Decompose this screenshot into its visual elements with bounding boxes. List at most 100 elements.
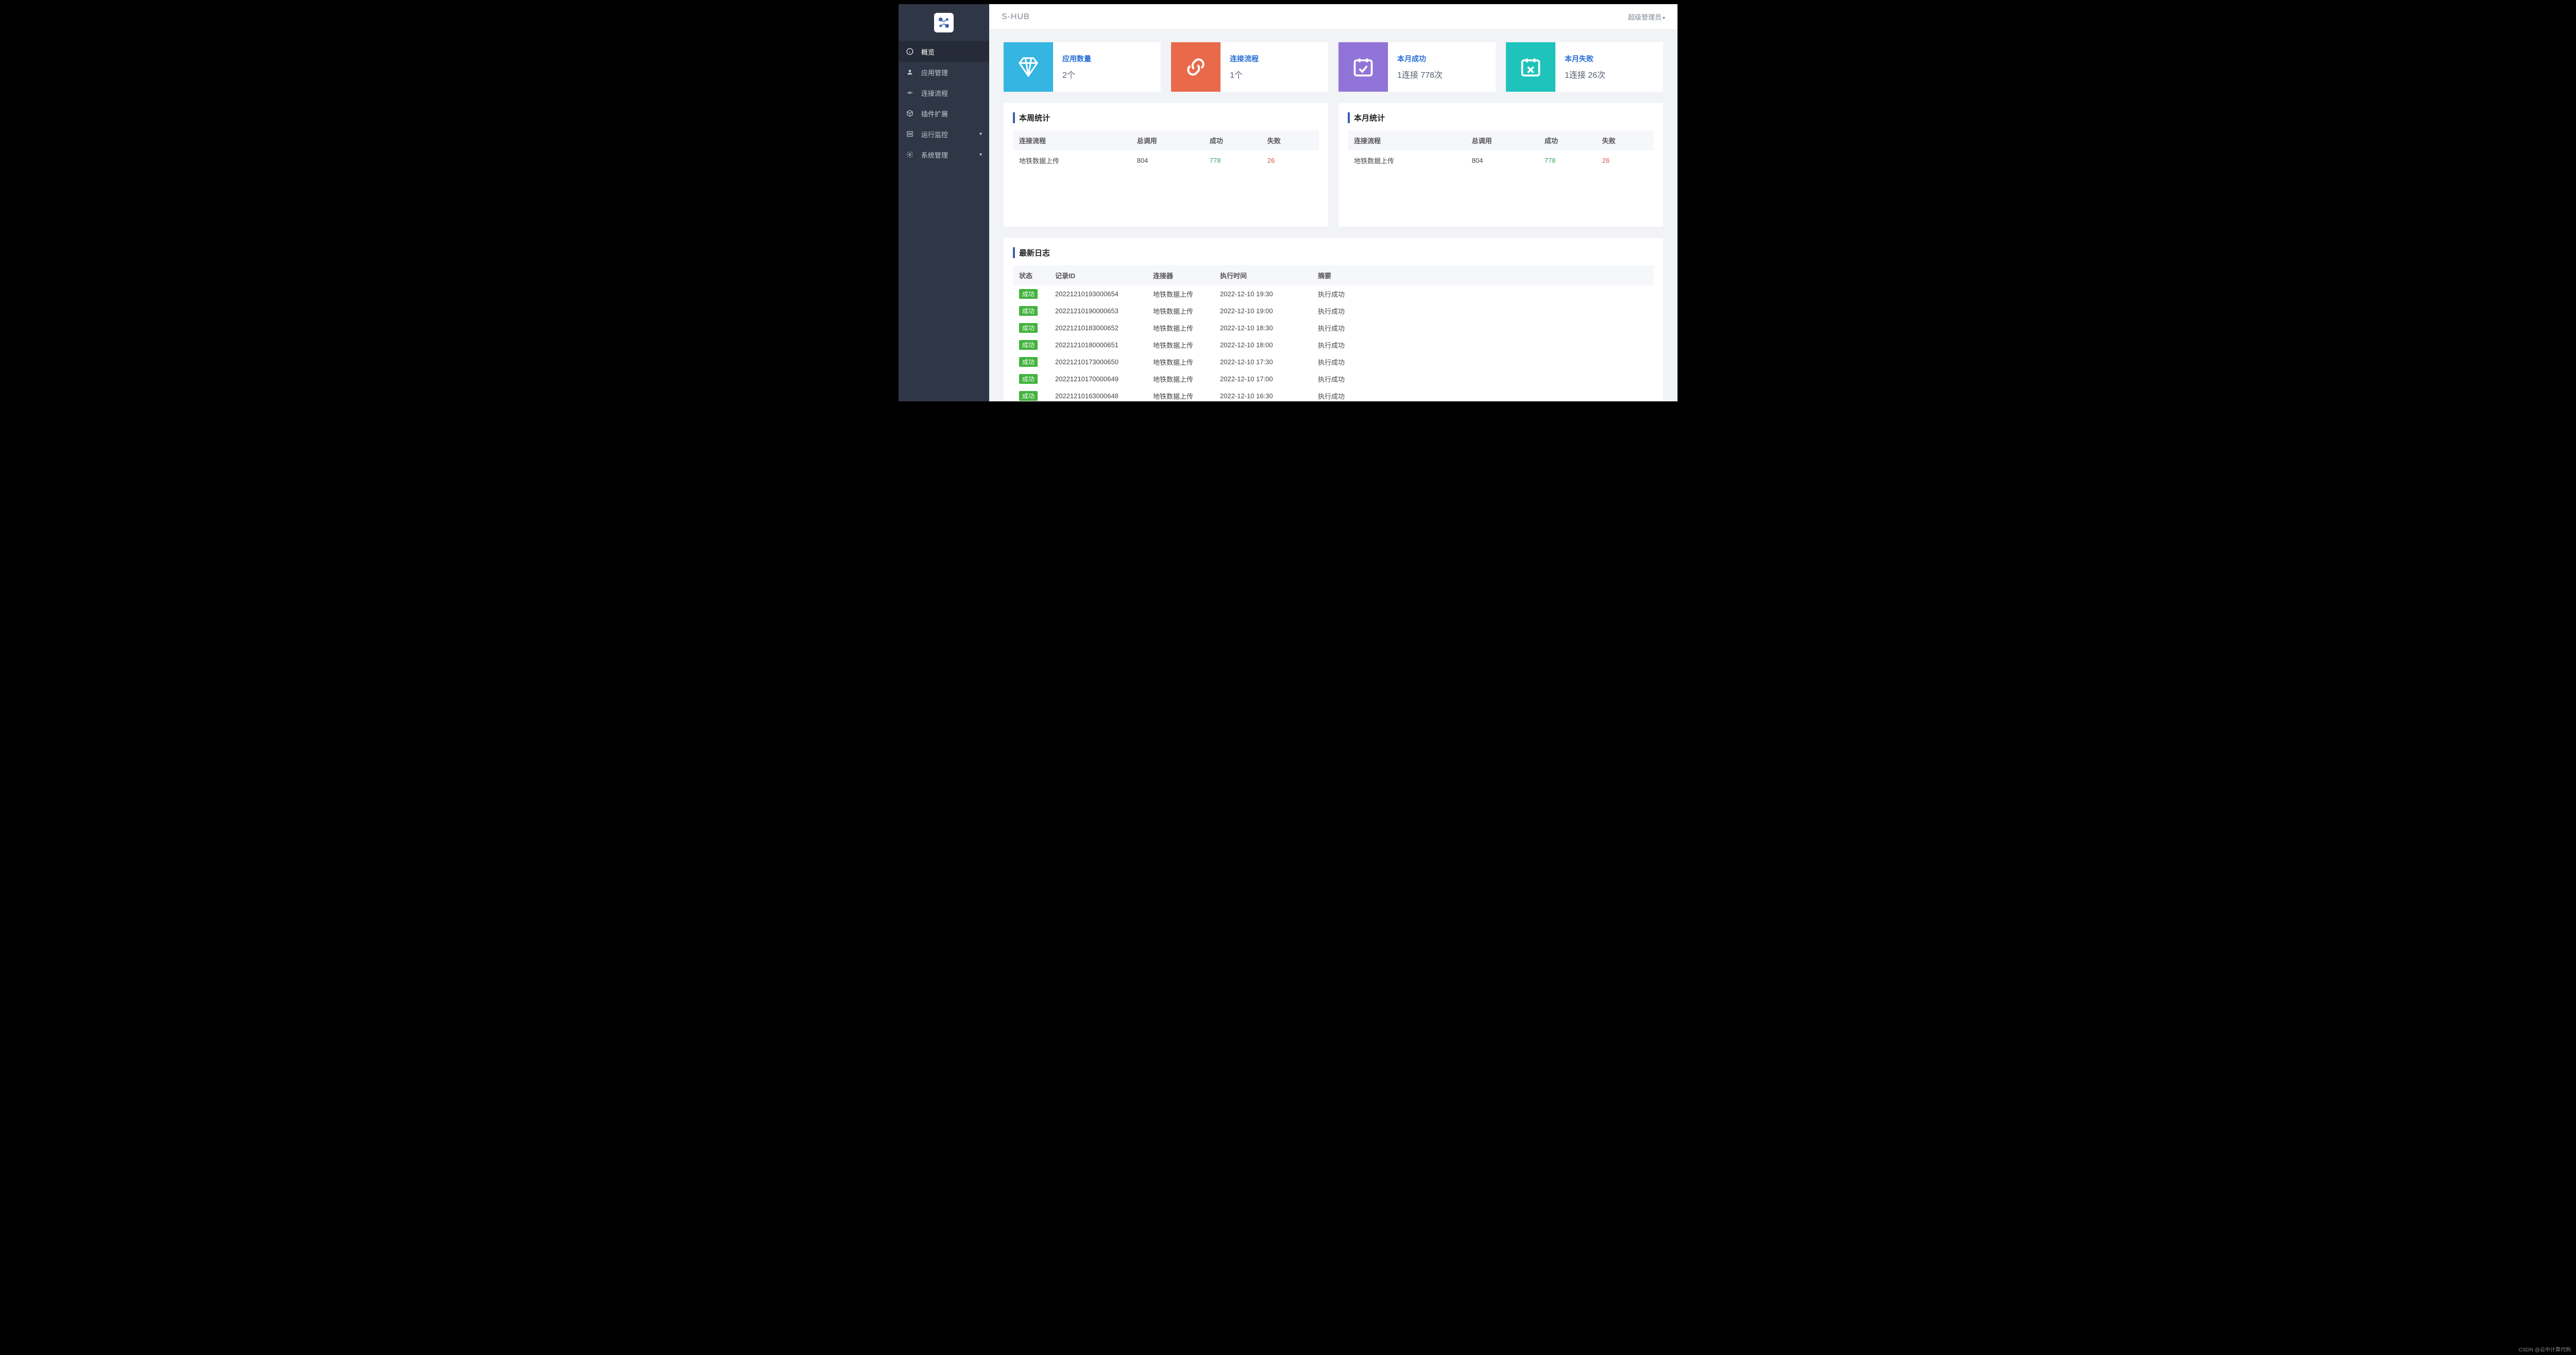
chevron-down-icon: ▾ xyxy=(979,152,982,158)
cell-id: 20221210180000651 xyxy=(1049,336,1147,353)
logo xyxy=(899,4,989,41)
table-row[interactable]: 成功20221210183000652地铁数据上传2022-12-10 18:3… xyxy=(1013,319,1654,336)
status-badge: 成功 xyxy=(1019,289,1038,299)
table-row[interactable]: 成功20221210193000654地铁数据上传2022-12-10 19:3… xyxy=(1013,285,1654,302)
status-badge: 成功 xyxy=(1019,357,1038,367)
stats-panel-row: 本周统计 连接流程 总调用 成功 失败 地铁数据上传 804 778 26 xyxy=(1004,103,1663,227)
nav-list: 概览 应用管理 连接流程 插件扩展 运行监控 ▾ 系统管理 xyxy=(899,41,989,165)
stat-card-success[interactable]: 本月成功 1连接 778次 xyxy=(1338,42,1496,92)
cell-total: 804 xyxy=(1466,150,1538,171)
panel-month-stats: 本月统计 连接流程 总调用 成功 失败 地铁数据上传 804 778 26 xyxy=(1338,103,1663,227)
col-success: 成功 xyxy=(1538,130,1596,150)
brand-label: S-HUB xyxy=(1002,12,1030,22)
col-fail: 失败 xyxy=(1596,130,1654,150)
week-stats-table: 连接流程 总调用 成功 失败 地铁数据上传 804 778 26 xyxy=(1013,130,1319,171)
col-id: 记录ID xyxy=(1049,265,1147,285)
panel-title: 本月统计 xyxy=(1348,112,1654,123)
cell-summary: 执行成功 xyxy=(1312,370,1654,387)
cell-connector: 地铁数据上传 xyxy=(1147,370,1214,387)
stat-value: 1连接 778次 xyxy=(1397,68,1443,80)
link-icon xyxy=(906,89,914,97)
server-icon xyxy=(906,130,914,138)
logs-table: 状态 记录ID 连接器 执行时间 摘要 成功20221210193000654地… xyxy=(1013,265,1654,401)
cell-success: 778 xyxy=(1204,150,1261,171)
cell-fail: 26 xyxy=(1261,150,1319,171)
cell-flow: 地铁数据上传 xyxy=(1013,150,1131,171)
nav-item-monitor[interactable]: 运行监控 ▾ xyxy=(899,124,989,144)
nav-item-apps[interactable]: 应用管理 xyxy=(899,62,989,82)
table-row[interactable]: 成功20221210180000651地铁数据上传2022-12-10 18:0… xyxy=(1013,336,1654,353)
status-badge: 成功 xyxy=(1019,391,1038,401)
stat-value: 2个 xyxy=(1062,68,1091,80)
cell-time: 2022-12-10 17:00 xyxy=(1214,370,1312,387)
nav-item-overview[interactable]: 概览 xyxy=(899,41,989,62)
cell-connector: 地铁数据上传 xyxy=(1147,336,1214,353)
cell-connector: 地铁数据上传 xyxy=(1147,302,1214,319)
cell-id: 20221210183000652 xyxy=(1049,319,1147,336)
col-flow: 连接流程 xyxy=(1348,130,1466,150)
cell-success: 778 xyxy=(1538,150,1596,171)
panel-logs: 最新日志 状态 记录ID 连接器 执行时间 摘要 成功2022121019300… xyxy=(1004,238,1663,401)
cell-time: 2022-12-10 19:00 xyxy=(1214,302,1312,319)
user-icon xyxy=(906,68,914,76)
table-row[interactable]: 地铁数据上传 804 778 26 xyxy=(1348,150,1654,171)
col-summary: 摘要 xyxy=(1312,265,1654,285)
status-badge: 成功 xyxy=(1019,374,1038,384)
chain-icon xyxy=(1171,42,1221,92)
nav-label: 系统管理 xyxy=(921,150,948,160)
topbar: S-HUB 超级管理员▾ xyxy=(989,4,1677,30)
nav-label: 概览 xyxy=(921,47,935,57)
cell-summary: 执行成功 xyxy=(1312,302,1654,319)
user-label: 超级管理员 xyxy=(1628,13,1662,21)
table-row[interactable]: 地铁数据上传 804 778 26 xyxy=(1013,150,1319,171)
stat-value: 1个 xyxy=(1230,68,1259,80)
chevron-down-icon: ▾ xyxy=(979,131,982,137)
table-row[interactable]: 成功20221210163000648地铁数据上传2022-12-10 16:3… xyxy=(1013,387,1654,401)
stat-card-flows[interactable]: 连接流程 1个 xyxy=(1171,42,1328,92)
status-badge: 成功 xyxy=(1019,306,1038,316)
cell-fail: 26 xyxy=(1596,150,1654,171)
cell-time: 2022-12-10 16:30 xyxy=(1214,387,1312,401)
panel-week-stats: 本周统计 连接流程 总调用 成功 失败 地铁数据上传 804 778 26 xyxy=(1004,103,1328,227)
cell-summary: 执行成功 xyxy=(1312,336,1654,353)
cell-summary: 执行成功 xyxy=(1312,319,1654,336)
stat-card-fail[interactable]: 本月失败 1连接 26次 xyxy=(1506,42,1663,92)
cell-connector: 地铁数据上传 xyxy=(1147,285,1214,302)
gear-icon xyxy=(906,150,914,159)
diamond-icon xyxy=(1004,42,1053,92)
cell-time: 2022-12-10 18:30 xyxy=(1214,319,1312,336)
cell-summary: 执行成功 xyxy=(1312,285,1654,302)
cell-time: 2022-12-10 19:30 xyxy=(1214,285,1312,302)
table-row[interactable]: 成功20221210170000649地铁数据上传2022-12-10 17:0… xyxy=(1013,370,1654,387)
nav-label: 运行监控 xyxy=(921,129,948,139)
sidebar: 概览 应用管理 连接流程 插件扩展 运行监控 ▾ 系统管理 xyxy=(899,4,989,401)
stat-title: 连接流程 xyxy=(1230,54,1259,64)
stat-row: 应用数量 2个 连接流程 1个 xyxy=(1004,42,1663,92)
nav-label: 连接流程 xyxy=(921,88,948,98)
stat-title: 本月失败 xyxy=(1565,54,1605,64)
month-stats-table: 连接流程 总调用 成功 失败 地铁数据上传 804 778 26 xyxy=(1348,130,1654,171)
table-row[interactable]: 成功20221210173000650地铁数据上传2022-12-10 17:3… xyxy=(1013,353,1654,370)
col-fail: 失败 xyxy=(1261,130,1319,150)
table-row[interactable]: 成功 20221210190000653地铁数据上传2022-12-10 19:0… xyxy=(1013,302,1654,319)
stat-title: 应用数量 xyxy=(1062,54,1091,64)
cell-id: 20221210190000653 xyxy=(1049,302,1147,319)
stat-title: 本月成功 xyxy=(1397,54,1443,64)
cell-flow: 地铁数据上传 xyxy=(1348,150,1466,171)
col-flow: 连接流程 xyxy=(1013,130,1131,150)
col-total: 总调用 xyxy=(1466,130,1538,150)
nav-label: 插件扩展 xyxy=(921,109,948,118)
nav-item-flows[interactable]: 连接流程 xyxy=(899,82,989,103)
user-menu[interactable]: 超级管理员▾ xyxy=(1628,12,1665,22)
stat-card-apps[interactable]: 应用数量 2个 xyxy=(1004,42,1161,92)
cell-summary: 执行成功 xyxy=(1312,387,1654,401)
col-success: 成功 xyxy=(1204,130,1261,150)
content: 应用数量 2个 连接流程 1个 xyxy=(989,30,1677,401)
nav-item-system[interactable]: 系统管理 ▾ xyxy=(899,144,989,165)
cell-connector: 地铁数据上传 xyxy=(1147,319,1214,336)
nav-item-plugins[interactable]: 插件扩展 xyxy=(899,103,989,124)
col-status: 状态 xyxy=(1013,265,1049,285)
main-area: S-HUB 超级管理员▾ 应用数量 2个 xyxy=(989,4,1677,401)
calendar-x-icon xyxy=(1506,42,1555,92)
cell-summary: 执行成功 xyxy=(1312,353,1654,370)
